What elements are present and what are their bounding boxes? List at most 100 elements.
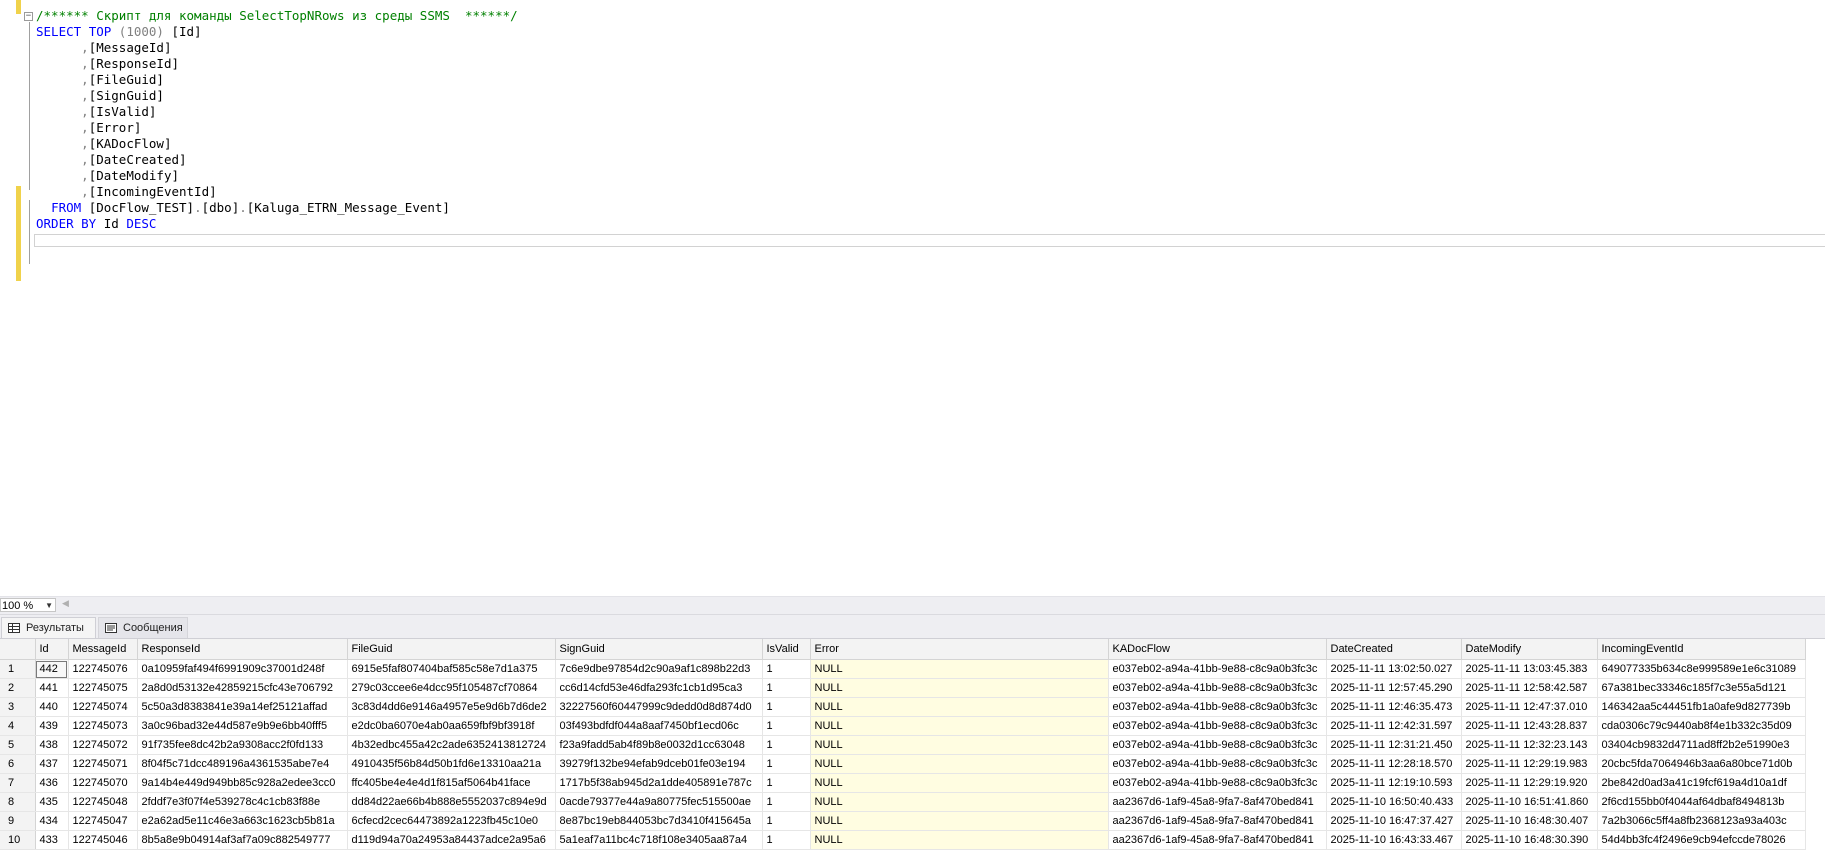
cell-response-id[interactable]: 2fddf7e3f07f4e539278c4c1cb83f88e: [137, 792, 348, 812]
cell-id[interactable]: 441: [35, 678, 69, 698]
table-row[interactable]: 8 435 122745048 2fddf7e3f07f4e539278c4c1cb8…: [0, 792, 1806, 812]
cell-file-guid[interactable]: 3c83d4dd6e9146a4957e5e9d6b7d6de2: [347, 697, 556, 717]
cell-message-id[interactable]: 122745071: [68, 754, 138, 774]
cell-is-valid[interactable]: 1: [762, 792, 811, 812]
cell-kadocflow[interactable]: e037eb02-a94a-41bb-9e88-c8c9a0b3fc3c: [1108, 716, 1327, 736]
cell-sign-guid[interactable]: 8e87bc19eb844053bc7d3410f415645a: [555, 811, 763, 831]
row-number[interactable]: 8: [0, 792, 36, 812]
cell-sign-guid[interactable]: 32227560f60447999c9dedd0d8d874d0: [555, 697, 763, 717]
cell-incoming-event-id[interactable]: 2f6cd155bb0f4044af64dbaf8494813b: [1597, 792, 1806, 812]
cell-date-modify[interactable]: 2025-11-11 12:29:19.983: [1461, 754, 1598, 774]
table-row[interactable]: 4 439 122745073 3a0c96bad32e44d587e9b9e6bb4…: [0, 716, 1806, 736]
cell-message-id[interactable]: 122745048: [68, 792, 138, 812]
cell-sign-guid[interactable]: f23a9fadd5ab4f89b8e0032d1cc63048: [555, 735, 763, 755]
cell-date-created[interactable]: 2025-11-11 12:28:18.570: [1326, 754, 1462, 774]
cell-incoming-event-id[interactable]: cda0306c79c9440ab8f4e1b332c35d09: [1597, 716, 1806, 736]
cell-kadocflow[interactable]: e037eb02-a94a-41bb-9e88-c8c9a0b3fc3c: [1108, 697, 1327, 717]
column-header[interactable]: ResponseId: [137, 639, 348, 660]
cell-file-guid[interactable]: 279c03ccee6e4dcc95f105487cf70864: [347, 678, 556, 698]
cell-kadocflow[interactable]: aa2367d6-1af9-45a8-9fa7-8af470bed841: [1108, 830, 1327, 850]
row-number[interactable]: 7: [0, 773, 36, 793]
column-header[interactable]: KADocFlow: [1108, 639, 1327, 660]
cell-id[interactable]: 437: [35, 754, 69, 774]
chevron-down-icon[interactable]: ▼: [45, 599, 53, 613]
row-number[interactable]: 5: [0, 735, 36, 755]
cell-sign-guid[interactable]: 7c6e9dbe97854d2c90a9af1c898b22d3: [555, 659, 763, 679]
cell-date-created[interactable]: 2025-11-11 12:46:35.473: [1326, 697, 1462, 717]
cell-response-id[interactable]: 9a14b4e449d949bb85c928a2edee3cc0: [137, 773, 348, 793]
table-row[interactable]: 3 440 122745074 5c50a3d8383841e39a14ef25121…: [0, 697, 1806, 717]
cell-file-guid[interactable]: 4910435f56b84d50b1fd6e13310aa21a: [347, 754, 556, 774]
cell-sign-guid[interactable]: 1717b5f38ab945d2a1dde405891e787c: [555, 773, 763, 793]
row-number[interactable]: 1: [0, 659, 36, 679]
cell-incoming-event-id[interactable]: 7a2b3066c5ff4a8fb2368123a93a403c: [1597, 811, 1806, 831]
cell-message-id[interactable]: 122745072: [68, 735, 138, 755]
column-header[interactable]: Error: [810, 639, 1109, 660]
cell-sign-guid[interactable]: 03f493bdfdf044a8aaf7450bf1ecd06c: [555, 716, 763, 736]
cell-sign-guid[interactable]: cc6d14cfd53e46dfa293fc1cb1d95ca3: [555, 678, 763, 698]
zoom-select[interactable]: 100 % ▼: [0, 598, 56, 612]
cell-error[interactable]: NULL: [810, 773, 1109, 793]
cell-is-valid[interactable]: 1: [762, 811, 811, 831]
cell-date-created[interactable]: 2025-11-11 13:02:50.027: [1326, 659, 1462, 679]
cell-kadocflow[interactable]: e037eb02-a94a-41bb-9e88-c8c9a0b3fc3c: [1108, 678, 1327, 698]
column-header[interactable]: IsValid: [762, 639, 811, 660]
column-header[interactable]: Id: [35, 639, 69, 660]
cell-is-valid[interactable]: 1: [762, 678, 811, 698]
cell-message-id[interactable]: 122745073: [68, 716, 138, 736]
cell-is-valid[interactable]: 1: [762, 754, 811, 774]
cell-date-modify[interactable]: 2025-11-11 12:47:37.010: [1461, 697, 1598, 717]
cell-error[interactable]: NULL: [810, 659, 1109, 679]
cell-file-guid[interactable]: d119d94a70a24953a84437adce2a95a6: [347, 830, 556, 850]
tab-results[interactable]: Результаты: [1, 617, 96, 638]
column-header[interactable]: IncomingEventId: [1597, 639, 1806, 660]
cell-date-created[interactable]: 2025-11-11 12:42:31.597: [1326, 716, 1462, 736]
cell-file-guid[interactable]: 4b32edbc455a42c2ade6352413812724: [347, 735, 556, 755]
row-number[interactable]: 3: [0, 697, 36, 717]
cell-kadocflow[interactable]: e037eb02-a94a-41bb-9e88-c8c9a0b3fc3c: [1108, 773, 1327, 793]
cell-error[interactable]: NULL: [810, 754, 1109, 774]
cell-is-valid[interactable]: 1: [762, 830, 811, 850]
table-row[interactable]: 9 434 122745047 e2a62ad5e11c46e3a663c1623cb…: [0, 811, 1806, 831]
cell-kadocflow[interactable]: e037eb02-a94a-41bb-9e88-c8c9a0b3fc3c: [1108, 735, 1327, 755]
cell-kadocflow[interactable]: e037eb02-a94a-41bb-9e88-c8c9a0b3fc3c: [1108, 659, 1327, 679]
row-number[interactable]: 10: [0, 830, 36, 850]
cell-file-guid[interactable]: 6cfecd2cec64473892a1223fb45c10e0: [347, 811, 556, 831]
cell-message-id[interactable]: 122745046: [68, 830, 138, 850]
cell-date-modify[interactable]: 2025-11-10 16:51:41.860: [1461, 792, 1598, 812]
column-header[interactable]: MessageId: [68, 639, 138, 660]
collapse-icon[interactable]: −: [24, 12, 33, 21]
results-grid[interactable]: Id MessageId ResponseId FileGuid SignGui…: [0, 638, 1825, 855]
cell-incoming-event-id[interactable]: 649077335b634c8e999589e1e6c31089: [1597, 659, 1806, 679]
cell-date-modify[interactable]: 2025-11-11 12:43:28.837: [1461, 716, 1598, 736]
cell-response-id[interactable]: 3a0c96bad32e44d587e9b9e6bb40fff5: [137, 716, 348, 736]
cell-response-id[interactable]: 2a8d0d53132e42859215cfc43e706792: [137, 678, 348, 698]
cell-incoming-event-id[interactable]: 146342aa5c44451fb1a0afe9d827739b: [1597, 697, 1806, 717]
cell-id[interactable]: 438: [35, 735, 69, 755]
cell-date-created[interactable]: 2025-11-11 12:31:21.450: [1326, 735, 1462, 755]
cell-message-id[interactable]: 122745074: [68, 697, 138, 717]
cell-id[interactable]: 442: [35, 659, 69, 679]
column-header[interactable]: DateCreated: [1326, 639, 1462, 660]
cell-response-id[interactable]: 8b5a8e9b04914af3af7a09c882549777: [137, 830, 348, 850]
row-number[interactable]: 2: [0, 678, 36, 698]
cell-error[interactable]: NULL: [810, 792, 1109, 812]
scroll-left-icon[interactable]: ◀: [62, 599, 69, 609]
cell-error[interactable]: NULL: [810, 735, 1109, 755]
cell-date-modify[interactable]: 2025-11-11 12:29:19.920: [1461, 773, 1598, 793]
cell-file-guid[interactable]: dd84d22ae66b4b888e5552037c894e9d: [347, 792, 556, 812]
cell-response-id[interactable]: 91f735fee8dc42b2a9308acc2f0fd133: [137, 735, 348, 755]
cell-date-created[interactable]: 2025-11-11 12:57:45.290: [1326, 678, 1462, 698]
table-row[interactable]: 10 433 122745046 8b5a8e9b04914af3af7a09c882…: [0, 830, 1806, 850]
cell-date-created[interactable]: 2025-11-10 16:43:33.467: [1326, 830, 1462, 850]
cell-kadocflow[interactable]: aa2367d6-1af9-45a8-9fa7-8af470bed841: [1108, 792, 1327, 812]
cell-incoming-event-id[interactable]: 2be842d0ad3a41c19fcf619a4d10a1df: [1597, 773, 1806, 793]
column-header[interactable]: SignGuid: [555, 639, 763, 660]
cell-message-id[interactable]: 122745070: [68, 773, 138, 793]
cell-sign-guid[interactable]: 0acde79377e44a9a80775fec515500ae: [555, 792, 763, 812]
cell-response-id[interactable]: 0a10959faf494f6991909c37001d248f: [137, 659, 348, 679]
column-header[interactable]: [0, 639, 36, 660]
cell-is-valid[interactable]: 1: [762, 697, 811, 717]
cell-message-id[interactable]: 122745076: [68, 659, 138, 679]
cell-id[interactable]: 436: [35, 773, 69, 793]
